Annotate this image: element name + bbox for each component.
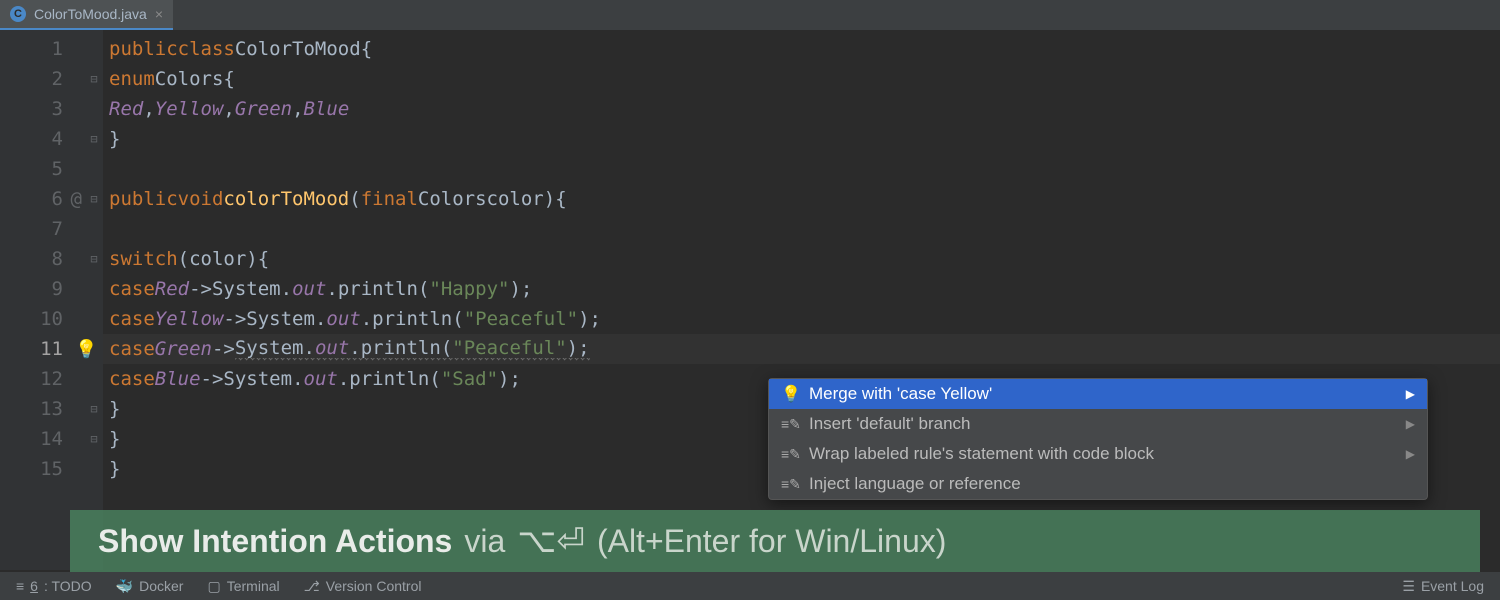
lightbulb-icon[interactable]: 💡: [75, 339, 97, 360]
tool-window-event-log[interactable]: ☰Event Log: [1402, 578, 1484, 595]
intention-inject-language[interactable]: ≡✎ Inject language or reference: [769, 469, 1427, 499]
intention-label: Wrap labeled rule's statement with code …: [809, 444, 1154, 464]
line-number: 13: [0, 394, 85, 424]
line-number: 8: [0, 244, 85, 274]
line-number: 1: [0, 34, 85, 64]
java-class-icon: C: [10, 6, 26, 22]
fold-toggle-icon[interactable]: ⊟: [85, 64, 103, 94]
code-line[interactable]: case Red -> System.out.println("Happy");: [103, 274, 1500, 304]
intention-label: Merge with 'case Yellow': [809, 384, 992, 404]
override-marker-icon[interactable]: @: [71, 188, 82, 210]
pencil-icon: ≡✎: [781, 476, 799, 493]
status-bar: ≡ 6: TODO 🐳Docker ▢Terminal ⎇Version Con…: [0, 572, 1500, 600]
line-number: 5: [0, 154, 85, 184]
file-tab[interactable]: C ColorToMood.java ×: [0, 0, 173, 30]
close-icon[interactable]: ×: [155, 6, 163, 22]
chevron-right-icon: ▶: [1406, 417, 1415, 431]
fold-end-icon[interactable]: ⊟: [85, 424, 103, 454]
learning-hint-banner: Show Intention Actions via ⌥ ⏎ (Alt+Ente…: [70, 510, 1480, 572]
code-line[interactable]: 💡 case Green -> System.out.println("Peac…: [103, 334, 1500, 364]
code-line[interactable]: [103, 154, 1500, 184]
tool-window-vcs[interactable]: ⎇Version Control: [304, 578, 422, 595]
intention-label: Inject language or reference: [809, 474, 1021, 494]
line-number: 11: [0, 334, 85, 364]
chevron-right-icon: ▶: [1406, 447, 1415, 461]
line-number: 7: [0, 214, 85, 244]
code-line[interactable]: [103, 214, 1500, 244]
code-line[interactable]: case Yellow -> System.out.println("Peace…: [103, 304, 1500, 334]
docker-icon: 🐳: [116, 578, 133, 595]
option-key-icon: ⌥: [517, 521, 556, 561]
code-line[interactable]: enum Colors {: [103, 64, 1500, 94]
line-number: 2: [0, 64, 85, 94]
enter-key-icon: ⏎: [556, 521, 585, 561]
line-number: 3: [0, 94, 85, 124]
terminal-icon: ▢: [207, 578, 220, 595]
fold-end-icon[interactable]: ⊟: [85, 124, 103, 154]
hint-shortcut: ⌥ ⏎: [517, 521, 585, 561]
fold-end-icon[interactable]: ⊟: [85, 394, 103, 424]
vcs-icon: ⎇: [304, 578, 320, 595]
fold-toggle-icon[interactable]: ⊟: [85, 244, 103, 274]
line-number: 12: [0, 364, 85, 394]
pencil-icon: ≡✎: [781, 446, 799, 463]
code-line[interactable]: Red, Yellow, Green, Blue: [103, 94, 1500, 124]
hint-alt-shortcut: (Alt+Enter for Win/Linux): [597, 523, 946, 560]
hint-via: via: [464, 523, 505, 560]
code-line[interactable]: }: [103, 124, 1500, 154]
tool-window-todo[interactable]: ≡ 6: TODO: [16, 578, 92, 594]
intention-insert-default[interactable]: ≡✎ Insert 'default' branch ▶: [769, 409, 1427, 439]
intention-label: Insert 'default' branch: [809, 414, 970, 434]
line-number: 4: [0, 124, 85, 154]
code-line[interactable]: public class ColorToMood {: [103, 34, 1500, 64]
code-line[interactable]: switch (color) {: [103, 244, 1500, 274]
line-number: 6@: [0, 184, 85, 214]
line-number: 9: [0, 274, 85, 304]
intention-actions-popup: 💡 Merge with 'case Yellow' ▶ ≡✎ Insert '…: [768, 378, 1428, 500]
fold-toggle-icon[interactable]: ⊟: [85, 184, 103, 214]
line-number: 14: [0, 424, 85, 454]
code-line[interactable]: public void colorToMood(final Colors col…: [103, 184, 1500, 214]
line-number: 10: [0, 304, 85, 334]
tool-window-docker[interactable]: 🐳Docker: [116, 578, 184, 595]
lightbulb-icon: 💡: [781, 384, 799, 404]
line-number-gutter[interactable]: 1 2 3 4 5 6@ 7 8 9 10 11 12 13 14 15: [0, 30, 85, 570]
line-number: 15: [0, 454, 85, 484]
tool-window-terminal[interactable]: ▢Terminal: [207, 578, 279, 595]
event-log-icon: ☰: [1402, 578, 1415, 595]
tab-bar: C ColorToMood.java ×: [0, 0, 1500, 30]
chevron-right-icon: ▶: [1406, 387, 1415, 401]
intention-merge-case[interactable]: 💡 Merge with 'case Yellow' ▶: [769, 379, 1427, 409]
fold-gutter: ⊟ ⊟ ⊟ ⊟ ⊟ ⊟: [85, 30, 103, 570]
pencil-icon: ≡✎: [781, 416, 799, 433]
intention-wrap-block[interactable]: ≡✎ Wrap labeled rule's statement with co…: [769, 439, 1427, 469]
tab-filename: ColorToMood.java: [34, 6, 147, 22]
hint-title: Show Intention Actions: [98, 523, 452, 560]
